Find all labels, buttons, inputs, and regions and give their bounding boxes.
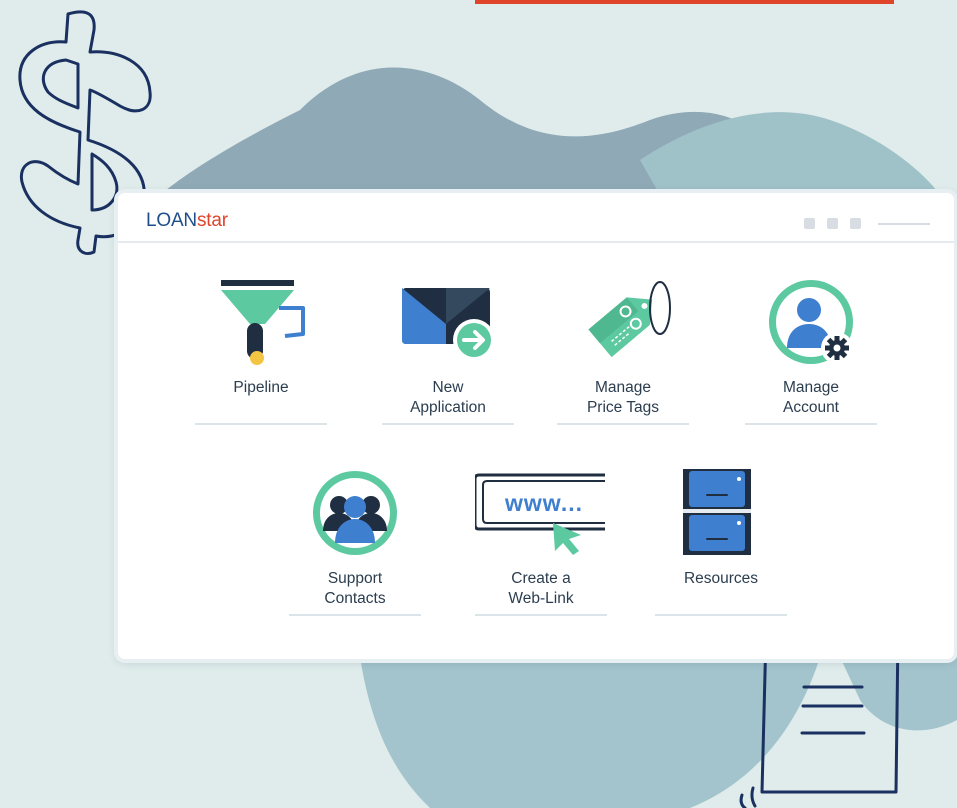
app-logo[interactable]: LOANstar — [146, 210, 228, 232]
tile-manage-price-tags[interactable]: Manage Price Tags — [557, 278, 689, 428]
tile-label-line1: Support — [327, 570, 383, 587]
tile-label-line2: Price Tags — [586, 399, 660, 416]
window-control-line — [878, 223, 930, 225]
logo-text-loan: LOAN — [146, 210, 197, 231]
window-control-dot[interactable] — [804, 218, 815, 229]
web-link-icon: www... — [475, 473, 605, 555]
tile-create-web-link[interactable]: www... Create a Web-Link — [475, 469, 607, 619]
tile-underline — [745, 423, 877, 425]
tile-label-line2: Application — [410, 399, 486, 416]
tile-underline — [382, 423, 514, 425]
envelope-arrow-icon — [402, 288, 495, 361]
tile-label: Pipeline — [195, 378, 327, 398]
tile-label-line1: New — [432, 379, 464, 396]
tile-label-line1: Manage — [594, 379, 651, 396]
tile-underline — [475, 614, 607, 616]
tile-label-line1: Manage — [782, 379, 839, 396]
tile-label: Manage Price Tags — [557, 378, 689, 418]
tile-label-line2: Account — [782, 399, 839, 416]
tile-manage-account[interactable]: Manage Account — [745, 278, 877, 428]
tile-label: Manage Account — [745, 378, 877, 418]
tile-pipeline[interactable]: Pipeline — [195, 278, 327, 428]
background-blob — [360, 657, 820, 808]
tile-label-line2: Web-Link — [508, 590, 574, 607]
tile-label: Resources — [655, 569, 787, 589]
tile-support-contacts[interactable]: Support Contacts — [289, 469, 421, 619]
tile-underline — [289, 614, 421, 616]
app-window: LOANstar Pipeline New Application Manage… — [118, 193, 954, 659]
tile-label-line1: Resources — [683, 570, 759, 587]
tile-resources[interactable]: Resources — [655, 469, 787, 619]
web-link-icon-text: www... — [504, 490, 583, 516]
logo-text-star: star — [196, 210, 228, 231]
user-gear-icon — [769, 280, 853, 364]
window-control-dot[interactable] — [827, 218, 838, 229]
tile-label-line1: Create a — [511, 570, 571, 587]
window-control-dot[interactable] — [850, 218, 861, 229]
tile-label-line2: Contacts — [324, 590, 386, 607]
group-icon — [313, 471, 397, 555]
tile-label: Support Contacts — [289, 569, 421, 609]
tile-new-application[interactable]: New Application — [382, 278, 514, 428]
tile-label-line1: Pipeline — [233, 379, 289, 396]
tile-label: Create a Web-Link — [475, 569, 607, 609]
title-bar: LOANstar — [118, 193, 954, 243]
tile-underline — [557, 423, 689, 425]
tile-underline — [195, 423, 327, 425]
price-tag-icon — [588, 281, 671, 358]
accent-bar — [475, 0, 894, 4]
tile-underline — [655, 614, 787, 616]
tile-label: New Application — [382, 378, 514, 418]
file-cabinet-icon — [683, 469, 751, 555]
funnel-icon — [221, 280, 305, 365]
